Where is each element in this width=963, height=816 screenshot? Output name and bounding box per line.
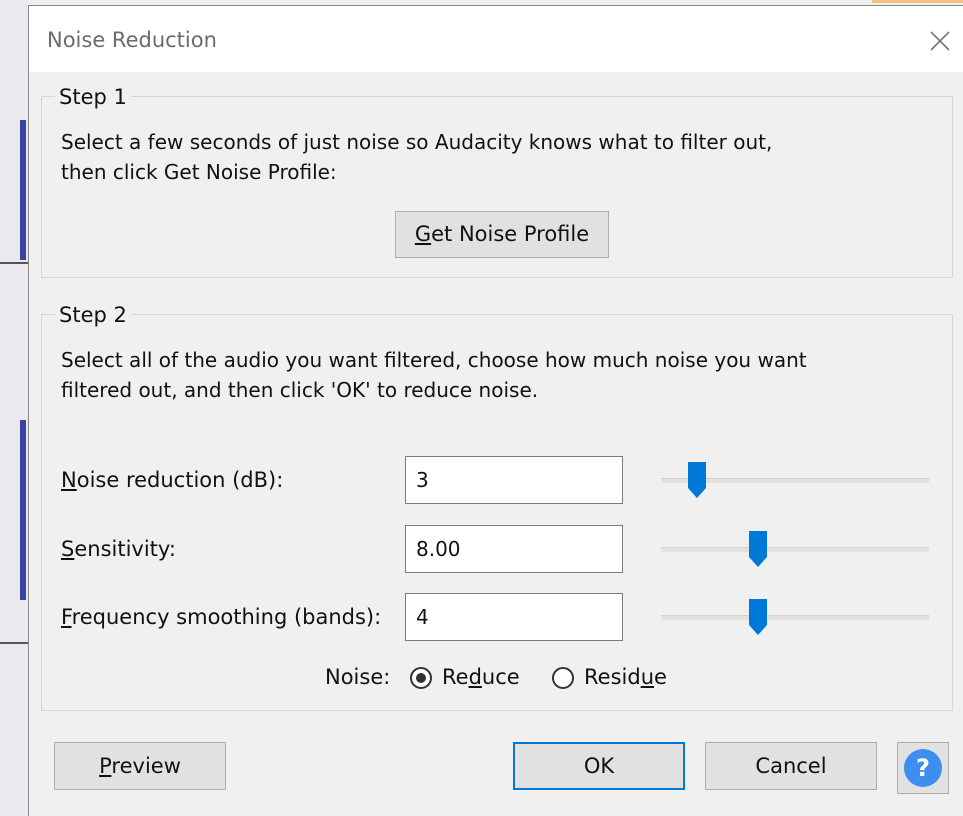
step1-description-line: then click Get Noise Profile: [61,160,337,184]
step2-description-line: filtered out, and then click 'OK' to red… [61,378,539,402]
step2-description: Select all of the audio you want filtere… [61,345,807,405]
residue-radio-label[interactable]: Residue [584,665,667,689]
background-accent [872,0,963,3]
radio-selected-dot [416,673,426,683]
noise-reduction-input[interactable] [405,456,623,504]
noise-option-label: Noise: [325,665,391,689]
close-icon [930,31,950,51]
sensitivity-slider[interactable] [661,529,929,569]
label-text: requency smoothing (bands): [71,605,382,629]
title-bar: Noise Reduction [29,6,963,72]
accelerator-key: P [99,754,112,778]
slider-track [661,615,929,620]
label-text: ensitivity: [74,537,176,561]
step2-description-line: Select all of the audio you want filtere… [61,348,807,372]
accelerator-key: d [468,665,482,689]
step1-legend: Step 1 [55,85,131,109]
label-text: e [654,665,667,689]
frequency-smoothing-input[interactable] [405,593,623,641]
background-divider [0,262,28,264]
frequency-smoothing-label: Frequency smoothing (bands): [61,605,381,629]
help-icon: ? [904,749,942,787]
sensitivity-input[interactable] [405,525,623,573]
svg-text:?: ? [916,754,930,782]
button-label: review [111,754,181,778]
background-window-edge [0,0,28,816]
label-text: oise reduction (dB): [76,468,284,492]
noise-reduction-dialog: Noise Reduction Step 1 Select a few seco… [28,5,963,816]
button-label: OK [583,754,615,778]
label-text: uce [481,665,520,689]
background-divider [0,642,28,644]
accelerator-key: u [640,665,654,689]
help-button[interactable]: ? [897,742,949,794]
step1-description: Select a few seconds of just noise so Au… [61,127,772,187]
slider-thumb[interactable] [686,460,708,500]
button-label: Cancel [755,754,827,778]
ok-button[interactable]: OK [513,742,685,790]
residue-radio[interactable] [552,667,574,689]
reduce-radio[interactable] [410,667,432,689]
accelerator-key: F [61,605,72,629]
background-waveform [20,120,26,260]
slider-track [661,547,929,552]
background-waveform [20,420,26,600]
get-noise-profile-button[interactable]: Get Noise Profile [395,211,609,258]
cancel-button[interactable]: Cancel [705,742,877,790]
accelerator-key: S [61,537,75,561]
accelerator-key: G [414,222,432,246]
step1-description-line: Select a few seconds of just noise so Au… [61,130,773,154]
frequency-smoothing-slider[interactable] [661,597,929,637]
preview-button[interactable]: Preview [54,742,226,790]
sensitivity-label: Sensitivity: [61,537,176,561]
close-button[interactable] [925,26,955,56]
label-text: Resid [584,665,641,689]
dialog-title: Noise Reduction [47,28,217,52]
accelerator-key: N [61,468,77,492]
step2-legend: Step 2 [55,303,131,327]
reduce-radio-label[interactable]: Reduce [442,665,520,689]
slider-thumb[interactable] [747,597,769,637]
label-text: Re [442,665,469,689]
button-label: et Noise Profile [431,222,590,246]
slider-thumb[interactable] [747,529,769,569]
noise-reduction-slider[interactable] [661,460,929,500]
noise-reduction-label: Noise reduction (dB): [61,468,283,492]
